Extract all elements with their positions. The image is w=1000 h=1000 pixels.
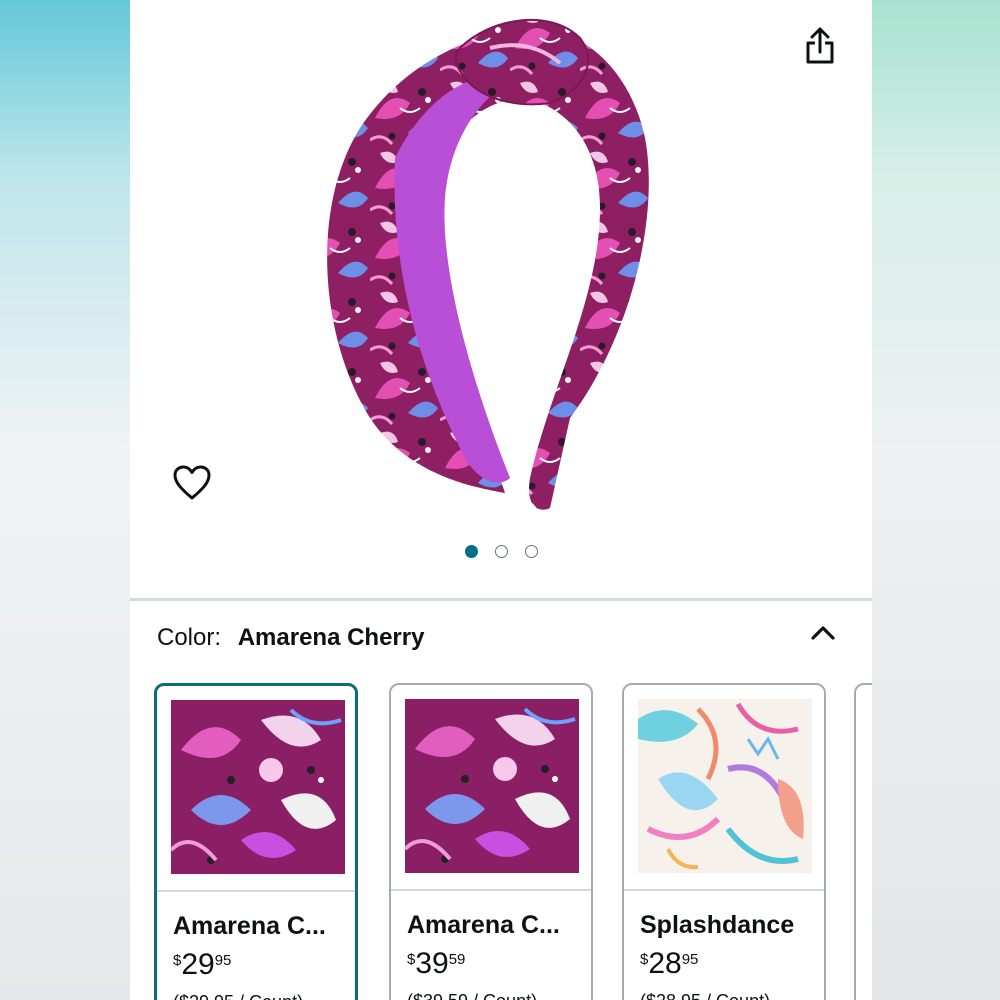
share-icon xyxy=(806,27,834,64)
chevron-up-icon xyxy=(811,626,835,640)
carousel-dot-3[interactable] xyxy=(524,545,538,558)
swatch-unit-price: ($39.59 / Count) xyxy=(407,991,537,1000)
selected-color-name: Amarena Cherry xyxy=(237,624,425,651)
swatch-price: $2995 xyxy=(173,948,232,981)
carousel-dot-2[interactable] xyxy=(494,545,508,558)
swatch-unit-price: ($28.95 / Count) xyxy=(640,991,770,1000)
product-page: Color: Amarena Cherry Amarena C... $2995… xyxy=(130,0,872,1000)
swatch-price: $3959 xyxy=(407,947,466,980)
swatch-name: Splashdance xyxy=(640,911,795,939)
swatch-card-partial[interactable] xyxy=(854,683,872,1000)
color-selector-header: Color: Amarena Cherry xyxy=(157,624,424,652)
swatch-card-amarena-cherry[interactable]: Amarena C... $2995 ($29.95 / Count) xyxy=(154,683,358,1000)
swatch-divider xyxy=(391,889,591,891)
product-image[interactable] xyxy=(300,8,700,518)
swatch-card-splashdance[interactable]: Splashdance $2895 ($28.95 / Count) xyxy=(622,683,826,1000)
swatch-pattern-image xyxy=(171,700,345,874)
swatch-name: Amarena C... xyxy=(407,911,560,939)
swatch-pattern-image xyxy=(638,699,812,873)
color-swatch-list: Amarena C... $2995 ($29.95 / Count) xyxy=(154,683,872,1000)
color-label: Color: xyxy=(157,624,222,651)
swatch-divider xyxy=(624,889,824,891)
swatch-divider xyxy=(157,890,355,892)
section-divider xyxy=(130,598,872,601)
swatch-card-amarena-cherry-2[interactable]: Amarena C... $3959 ($39.59 / Count) xyxy=(389,683,593,1000)
collapse-color-button[interactable] xyxy=(810,622,836,644)
image-carousel-dots xyxy=(130,545,872,558)
heart-outline-icon xyxy=(173,465,211,500)
carousel-dot-1[interactable] xyxy=(464,545,478,558)
swatch-unit-price: ($29.95 / Count) xyxy=(173,992,303,1000)
swatch-pattern-image xyxy=(405,699,579,873)
background-left xyxy=(0,0,130,1000)
background-right xyxy=(870,0,1000,1000)
favorite-button[interactable] xyxy=(172,464,212,502)
swatch-name: Amarena C... xyxy=(173,912,326,940)
share-button[interactable] xyxy=(802,26,838,66)
swatch-price: $2895 xyxy=(640,947,699,980)
